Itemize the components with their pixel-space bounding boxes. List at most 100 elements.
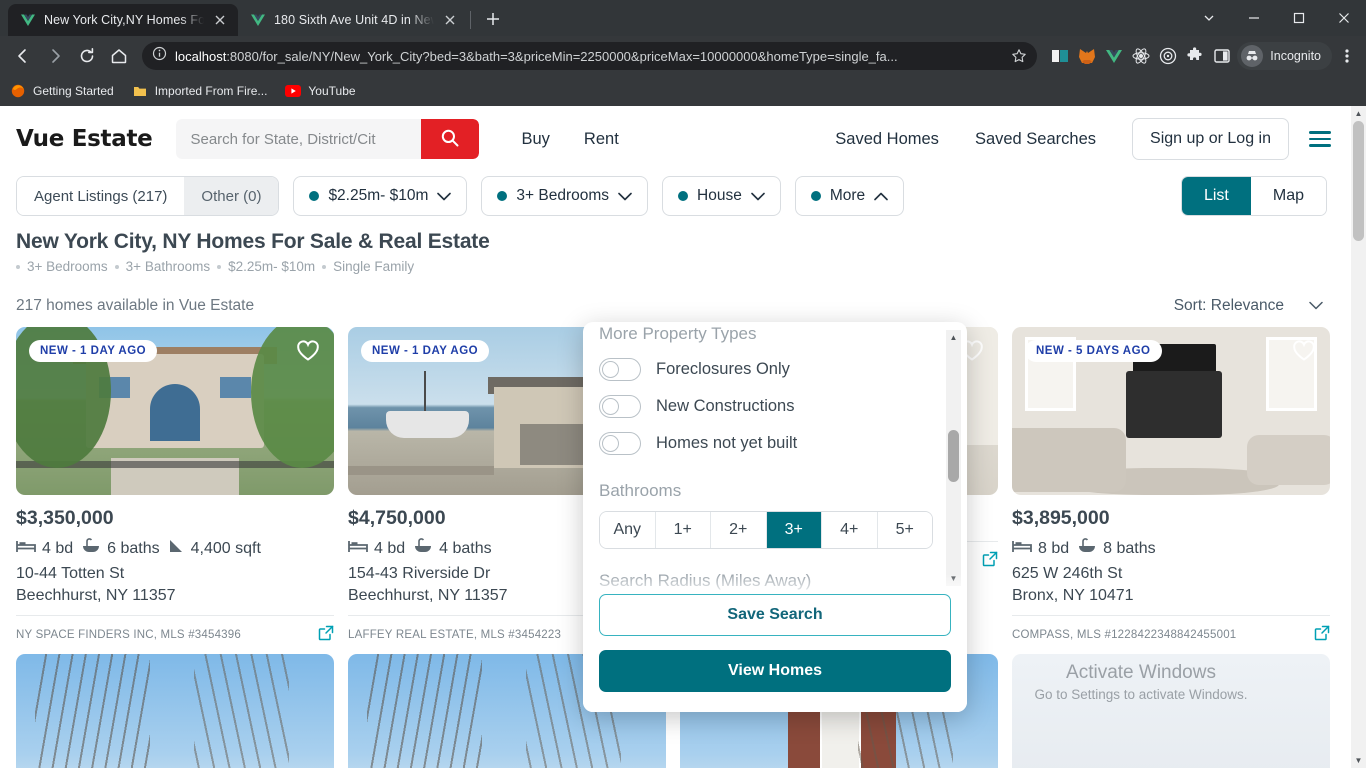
sort-dropdown[interactable]: Sort: Relevance [1174,297,1335,315]
book-icon[interactable] [1051,47,1069,65]
save-home-heart-icon[interactable] [1291,338,1317,367]
new-listing-badge: NEW - 1 DAY AGO [29,340,158,362]
bookmark-star-icon[interactable] [1011,48,1027,64]
tab-close-icon-1[interactable] [442,12,458,28]
tab-search-chevron-icon[interactable] [1186,0,1231,36]
area-icon [168,538,185,559]
list-view-button[interactable]: List [1181,177,1251,215]
bedrooms-filter-button[interactable]: 3+ Bedrooms [481,176,649,216]
new-constructions-toggle[interactable] [599,395,641,418]
bath-option-2plus[interactable]: 2+ [711,512,767,548]
external-link-icon[interactable] [1314,625,1330,644]
scroll-up-arrow-icon[interactable]: ▲ [1351,106,1366,121]
save-search-button[interactable]: Save Search [599,594,951,636]
view-homes-button[interactable]: View Homes [599,650,951,692]
toggle-row-homes-not-yet-built[interactable]: Homes not yet built [599,432,951,455]
map-view-button[interactable]: Map [1250,177,1326,215]
listing-card[interactable] [16,654,334,768]
tab-0[interactable]: New York City,NY Homes For Sale [8,4,238,36]
puzzle-extension-icon[interactable] [1186,47,1204,65]
header-right: Saved Homes Saved Searches Sign up or Lo… [835,118,1335,160]
dropdown-scroll-area: More Property Types Foreclosures Only Ne… [583,322,967,592]
listing-photo[interactable] [16,654,334,768]
listing-photo[interactable] [1012,654,1330,768]
browser-menu-icon[interactable] [1336,41,1358,71]
back-button-icon[interactable] [8,41,38,71]
homes-not-yet-built-toggle[interactable] [599,432,641,455]
external-link-icon[interactable] [318,625,334,644]
bookmark-imported-from-firefox[interactable]: Imported From Fire... [132,83,267,99]
target-icon[interactable] [1159,47,1177,65]
forward-button-icon[interactable] [40,41,70,71]
maximize-button[interactable] [1276,0,1321,36]
listing-card[interactable]: NEW - 1 DAY AGO $3,350,000 4 bd 6 baths … [16,327,334,644]
scroll-down-arrow-icon[interactable]: ▼ [1351,753,1366,768]
listing-card[interactable] [1012,654,1330,768]
site-logo[interactable]: Vue Estate [16,126,153,152]
dropdown-scrollbar[interactable]: ▲ ▼ [946,330,961,586]
foreclosures-only-toggle[interactable] [599,358,641,381]
bath-option-4plus[interactable]: 4+ [822,512,878,548]
minimize-button[interactable] [1231,0,1276,36]
bookmark-getting-started[interactable]: Getting Started [10,83,114,99]
address-bar[interactable]: localhost:8080/for_sale/NY/New_York_City… [142,42,1038,70]
search-box [176,119,480,159]
listing-photo[interactable]: NEW - 5 DAYS AGO [1012,327,1330,495]
metamask-fox-icon[interactable] [1078,47,1096,65]
tab-1[interactable]: 180 Sixth Ave Unit 4D in New York [238,4,468,36]
external-link-icon[interactable] [982,551,998,570]
bath-icon [1077,538,1097,559]
nav-rent[interactable]: Rent [584,130,619,149]
mls-text: LAFFEY REAL ESTATE, MLS #3454223 [348,628,562,641]
scroll-down-arrow-icon[interactable]: ▼ [946,571,961,586]
page-scrollbar[interactable]: ▲ ▼ [1351,106,1366,768]
applied-filters-breadcrumb: 3+ Bedrooms 3+ Bathrooms $2.25m- $10m Si… [16,259,1335,274]
home-button-icon[interactable] [104,41,134,71]
tab-close-icon-0[interactable] [212,12,228,28]
saved-homes-link[interactable]: Saved Homes [835,130,939,149]
listing-city: Beechhurst, NY 11357 [16,587,176,604]
bath-option-5plus[interactable]: 5+ [877,512,932,548]
listing-photo[interactable]: NEW - 1 DAY AGO [16,327,334,495]
search-button[interactable] [421,119,480,159]
more-filters-button[interactable]: More [794,176,905,216]
react-devtools-icon[interactable] [1132,47,1150,65]
home-type-filter-button[interactable]: House [662,176,781,216]
chevron-down-icon [751,192,765,201]
profile-label: Incognito [1270,49,1321,63]
new-tab-button[interactable] [479,5,507,33]
hamburger-menu-icon[interactable] [1309,131,1331,147]
bath-option-1plus[interactable]: 1+ [655,512,711,548]
nav-buy[interactable]: Buy [521,130,549,149]
price-filter-button[interactable]: $2.25m- $10m [293,176,468,216]
scrollbar-thumb[interactable] [1353,121,1364,241]
bookmark-youtube[interactable]: YouTube [285,83,356,99]
save-home-heart-icon[interactable] [295,338,321,367]
reload-button-icon[interactable] [72,41,102,71]
homes-available-count: 217 homes available in Vue Estate [16,297,255,314]
close-window-button[interactable] [1321,0,1366,36]
listing-card[interactable]: NEW - 5 DAYS AGO $3,895,000 8 bd 8 baths… [1012,327,1330,644]
bath-option-any[interactable]: Any [600,512,656,548]
tab-label-1: 180 Sixth Ave Unit 4D in New York [274,13,434,27]
profile-incognito-chip[interactable]: Incognito [1237,42,1332,70]
saved-searches-link[interactable]: Saved Searches [975,130,1096,149]
bath-icon [413,538,433,559]
toggle-row-new-constructions[interactable]: New Constructions [599,395,951,418]
new-listing-badge: NEW - 5 DAYS AGO [1025,340,1162,362]
agent-listings-tab[interactable]: Agent Listings (217) [17,177,185,215]
vue-devtools-icon[interactable] [1105,47,1123,65]
site-info-icon[interactable] [152,46,167,66]
active-filter-dot-icon [309,191,320,201]
listing-mls-row: NY SPACE FINDERS INC, MLS #3454396 [16,615,334,644]
bookmark-label: YouTube [308,84,356,98]
scroll-up-arrow-icon[interactable]: ▲ [946,330,961,345]
sign-up-or-log-in-button[interactable]: Sign up or Log in [1132,118,1289,160]
bath-option-3plus[interactable]: 3+ [766,512,822,548]
other-listings-tab[interactable]: Other (0) [184,177,279,215]
search-input[interactable] [176,119,422,159]
sidepanel-icon[interactable] [1213,47,1231,65]
scrollbar-thumb[interactable] [948,430,959,482]
toggle-row-foreclosures[interactable]: Foreclosures Only [599,358,951,381]
dropdown-actions: Save Search View Homes [583,594,967,712]
